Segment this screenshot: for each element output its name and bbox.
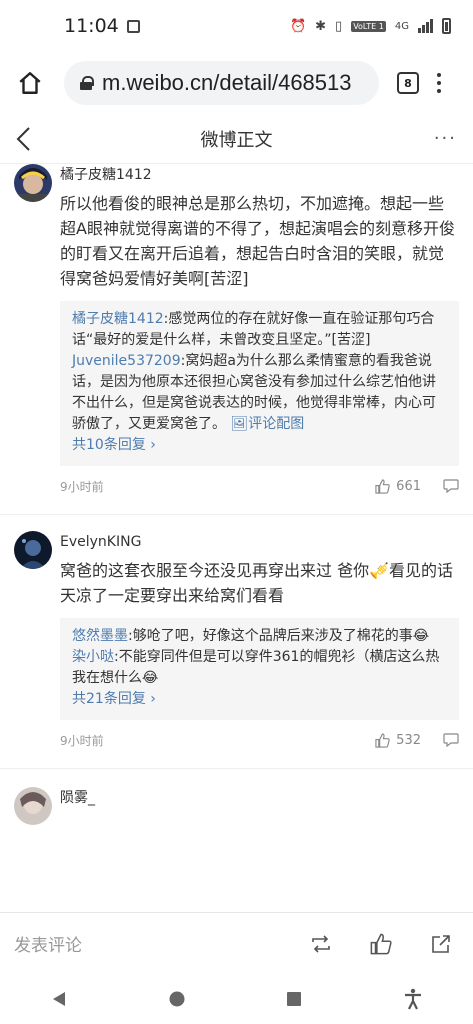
comment-text: 窝爸的这套衣服至今还没见再穿出来过 爸你🎺看见的话天凉了一定要穿出来给窝们看看	[60, 561, 454, 605]
more-replies-label: 共10条回复	[72, 437, 146, 453]
thumbs-up-icon	[375, 732, 390, 748]
network-type: 4G	[394, 20, 409, 32]
reply-username[interactable]: Juvenile537209	[72, 353, 181, 369]
reply-box[interactable]: 悠然墨墨:够呛了吧，好像这个品牌后来涉及了棉花的事😂 染小哒:不能穿同件但是可以…	[60, 618, 459, 720]
comment-meta: 9小时前 532	[60, 720, 459, 760]
system-nav-bar	[0, 974, 473, 1024]
comment-image-link[interactable]: 🖼评论配图	[230, 416, 304, 432]
comment-username[interactable]: 陨雾_	[60, 787, 459, 809]
back-icon[interactable]	[14, 126, 34, 156]
comment-meta: 9小时前 661	[60, 466, 459, 506]
avatar[interactable]	[14, 531, 52, 569]
clock-text: 11:04	[64, 15, 119, 37]
reply-text: :够呛了吧，好像这个品牌后来涉及了棉花的事😂	[128, 628, 430, 644]
like-count: 532	[396, 732, 421, 748]
reply-icon[interactable]	[443, 733, 459, 747]
avatar[interactable]	[14, 164, 52, 202]
chevron-right-icon: ›	[145, 691, 156, 707]
reply-icon[interactable]	[443, 479, 459, 493]
comment-username[interactable]: 橘子皮糖1412	[60, 164, 459, 186]
tab-switcher-button[interactable]: 8	[397, 72, 419, 94]
share-icon[interactable]	[423, 926, 459, 962]
reply-item: Juvenile537209:窝妈超a为什么那么柔情蜜意的看我爸说话，是因为他原…	[72, 351, 447, 435]
volte-icon: VoLTE 1	[351, 20, 386, 32]
more-replies-link[interactable]: 共10条回复 ›	[72, 435, 447, 456]
url-text: m.weibo.cn/detail/468513	[102, 70, 352, 95]
accessibility-icon[interactable]	[403, 988, 423, 1010]
status-time: 11:04	[64, 15, 140, 37]
signal-icon	[418, 19, 433, 33]
more-replies-label: 共21条回复	[72, 691, 146, 707]
more-options-icon[interactable]: ···	[434, 128, 457, 149]
status-icons: ⏰ ✱ ▯ VoLTE 1 4G	[290, 18, 451, 34]
repost-icon[interactable]	[303, 926, 339, 962]
reply-box[interactable]: 橘子皮糖1412:感觉两位的存在就好像一直在验证那句巧合话“最好的爱是什么样，未…	[60, 301, 459, 466]
like-button[interactable]: 661	[375, 479, 421, 494]
comment-item: 橘子皮糖1412 所以他看俊的眼神总是那么热切，不加遮掩。想起一些超A眼神就觉得…	[0, 164, 473, 515]
thumbs-up-icon	[375, 478, 390, 494]
page-title: 微博正文	[200, 129, 273, 151]
reply-item: 悠然墨墨:够呛了吧，好像这个品牌后来涉及了棉花的事😂	[72, 626, 447, 647]
alarm-icon: ⏰	[289, 18, 307, 34]
reply-text: :不能穿同件但是可以穿件361的帽兜衫（横店这么热我在想什么😂	[72, 649, 440, 686]
address-bar[interactable]: m.weibo.cn/detail/468513	[64, 61, 379, 105]
browser-toolbar: m.weibo.cn/detail/468513 8	[0, 52, 473, 114]
status-bar: 11:04 ⏰ ✱ ▯ VoLTE 1 4G	[0, 0, 473, 52]
reply-item: 橘子皮糖1412:感觉两位的存在就好像一直在验证那句巧合话“最好的爱是什么样，未…	[72, 309, 447, 351]
comment-image-label: 评论配图	[248, 416, 305, 432]
comment-bar: 发表评论	[0, 912, 473, 974]
like-count: 661	[396, 478, 421, 494]
comment-item: EvelynKING 窝爸的这套衣服至今还没见再穿出来过 爸你🎺看见的话天凉了一…	[0, 515, 473, 769]
comment-item: 陨雾_	[0, 769, 473, 825]
comment-time: 9小时前	[60, 733, 104, 748]
like-icon[interactable]	[363, 926, 399, 962]
chevron-right-icon: ›	[145, 437, 156, 453]
home-icon[interactable]	[12, 65, 48, 101]
nav-back-icon[interactable]	[50, 990, 68, 1008]
bluetooth-icon: ✱	[315, 18, 327, 34]
more-replies-link[interactable]: 共21条回复 ›	[72, 689, 447, 710]
image-icon: 🖼	[230, 416, 249, 432]
vibrate-icon: ▯	[335, 18, 343, 34]
page-header: 微博正文 ···	[0, 114, 473, 164]
comment-text: 所以他看俊的眼神总是那么热切，不加遮掩。想起一些超A眼神就觉得离谱的不得了，想起…	[60, 194, 455, 288]
avatar[interactable]	[14, 787, 52, 825]
reply-username[interactable]: 悠然墨墨	[72, 628, 128, 644]
browser-menu-icon[interactable]	[437, 73, 441, 93]
reply-username[interactable]: 染小哒	[72, 649, 114, 665]
comments-list: 橘子皮糖1412 所以他看俊的眼神总是那么热切，不加遮掩。想起一些超A眼神就觉得…	[0, 164, 473, 912]
nav-recents-icon[interactable]	[285, 990, 303, 1008]
reply-item: 染小哒:不能穿同件但是可以穿件361的帽兜衫（横店这么热我在想什么😂	[72, 647, 447, 689]
image-notification-icon	[126, 19, 140, 33]
battery-icon	[442, 18, 451, 34]
comment-username[interactable]: EvelynKING	[60, 531, 459, 553]
like-button[interactable]: 532	[375, 733, 421, 748]
reply-username[interactable]: 橘子皮糖1412	[72, 311, 164, 327]
comment-time: 9小时前	[60, 479, 104, 494]
comment-input[interactable]: 发表评论	[14, 931, 279, 956]
nav-home-icon[interactable]	[168, 990, 186, 1008]
lock-icon	[80, 76, 94, 90]
